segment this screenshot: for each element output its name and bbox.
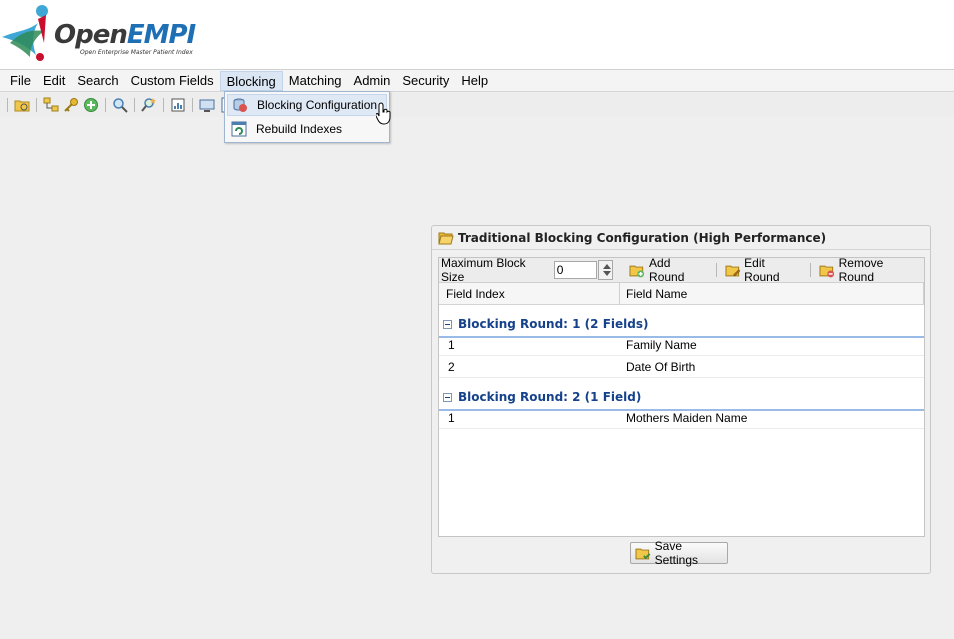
field-name-cell: Mothers Maiden Name bbox=[626, 411, 748, 425]
menu-help[interactable]: Help bbox=[455, 71, 494, 91]
table-row[interactable]: 1 Family Name bbox=[439, 334, 924, 356]
max-block-size-spinner[interactable] bbox=[597, 260, 614, 280]
monitor-icon[interactable] bbox=[199, 97, 215, 113]
folder-edit-icon bbox=[725, 265, 740, 277]
remove-round-button[interactable]: Remove Round bbox=[815, 256, 924, 284]
column-divider bbox=[923, 283, 924, 305]
folder-add-icon bbox=[629, 265, 645, 278]
menu-search[interactable]: Search bbox=[71, 71, 124, 91]
logo-figure-icon bbox=[2, 5, 48, 61]
grid-toolbar-separator bbox=[715, 263, 717, 277]
menu-item-label: Blocking Configuration bbox=[257, 98, 378, 112]
menu-edit[interactable]: Edit bbox=[37, 71, 71, 91]
logo-tagline: Open Enterprise Master Patient Index bbox=[80, 49, 193, 56]
edit-round-button[interactable]: Edit Round bbox=[721, 256, 807, 284]
menu-matching[interactable]: Matching bbox=[283, 71, 348, 91]
menu-file[interactable]: File bbox=[4, 71, 37, 91]
hand-cursor-icon bbox=[376, 102, 391, 125]
menu-admin[interactable]: Admin bbox=[348, 71, 397, 91]
menu-item-blocking-configuration[interactable]: Blocking Configuration bbox=[227, 94, 387, 116]
toolbar-separator bbox=[192, 98, 193, 112]
menu-custom-fields[interactable]: Custom Fields bbox=[125, 71, 220, 91]
report-icon[interactable] bbox=[170, 97, 186, 113]
toolbar-separator bbox=[7, 98, 8, 112]
save-settings-label: Save Settings bbox=[654, 539, 698, 567]
add-round-button[interactable]: Add Round bbox=[625, 256, 711, 284]
panel-title: Traditional Blocking Configuration (High… bbox=[458, 230, 827, 245]
logo-empi-text: EMPI bbox=[126, 20, 196, 50]
panel-header: Traditional Blocking Configuration (High… bbox=[432, 226, 930, 250]
group-title: Blocking Round: 1 (2 Fields) bbox=[458, 317, 649, 331]
hierarchy-icon[interactable] bbox=[43, 97, 59, 113]
group-title: Blocking Round: 2 (1 Field) bbox=[458, 390, 642, 404]
column-divider bbox=[619, 283, 620, 305]
field-index-cell: 1 bbox=[448, 411, 455, 425]
folder-save-icon bbox=[635, 548, 651, 560]
field-index-cell: 1 bbox=[448, 338, 455, 352]
logo-wordmark: OpenEMPI bbox=[54, 20, 196, 50]
toolbar-separator bbox=[36, 98, 37, 112]
field-name-cell: Family Name bbox=[626, 338, 697, 352]
menu-blocking[interactable]: Blocking bbox=[219, 70, 283, 91]
column-field-index[interactable]: Field Index bbox=[446, 287, 505, 301]
toolbar-separator bbox=[163, 98, 164, 112]
menubar: File Edit Search Custom Fields Blocking … bbox=[0, 70, 954, 92]
table-row[interactable]: 1 Mothers Maiden Name bbox=[439, 407, 924, 429]
logo-open-text: Open bbox=[54, 20, 128, 50]
column-field-name[interactable]: Field Name bbox=[626, 287, 687, 301]
menu-item-label: Rebuild Indexes bbox=[256, 122, 343, 136]
max-block-size-input[interactable]: 0 bbox=[553, 261, 597, 279]
menu-item-rebuild-indexes[interactable]: Rebuild Indexes bbox=[227, 118, 387, 140]
edit-round-label: Edit Round bbox=[744, 256, 780, 284]
grid-column-header: Field Index Field Name bbox=[439, 283, 924, 305]
collapse-icon[interactable] bbox=[443, 392, 452, 402]
app-header: OpenEMPI Open Enterprise Master Patient … bbox=[0, 0, 954, 70]
search-star-icon[interactable] bbox=[141, 97, 157, 113]
openempi-logo: OpenEMPI Open Enterprise Master Patient … bbox=[2, 3, 196, 63]
grid-toolbar-separator bbox=[810, 263, 812, 277]
add-round-label: Add Round bbox=[649, 256, 685, 284]
search-icon[interactable] bbox=[112, 97, 128, 113]
key-icon[interactable] bbox=[63, 97, 79, 113]
toolbar-separator bbox=[134, 98, 135, 112]
save-settings-button[interactable]: Save Settings bbox=[630, 539, 728, 567]
remove-round-label: Remove Round bbox=[838, 256, 884, 284]
refresh-table-icon bbox=[231, 121, 247, 137]
folder-icon[interactable] bbox=[14, 97, 30, 113]
blocking-rounds-grid: Maximum Block Size 0 Add Round Edit Roun… bbox=[438, 256, 925, 537]
grid-toolbar: Maximum Block Size 0 Add Round Edit Roun… bbox=[439, 256, 924, 284]
toolbar bbox=[0, 93, 954, 117]
blocking-config-panel: Traditional Blocking Configuration (High… bbox=[431, 225, 931, 574]
field-index-cell: 2 bbox=[448, 360, 455, 374]
max-block-size-label: Maximum Block Size bbox=[441, 256, 526, 284]
toolbar-separator bbox=[105, 98, 106, 112]
folder-open-icon bbox=[438, 232, 454, 244]
add-icon[interactable] bbox=[83, 97, 99, 113]
folder-remove-icon bbox=[819, 265, 835, 278]
blocking-dropdown-menu: Blocking Configuration Rebuild Indexes bbox=[224, 91, 390, 143]
menu-security[interactable]: Security bbox=[396, 71, 455, 91]
collapse-icon[interactable] bbox=[443, 319, 452, 329]
table-row[interactable]: 2 Date Of Birth bbox=[439, 356, 924, 378]
field-name-cell: Date Of Birth bbox=[626, 360, 696, 374]
database-icon bbox=[233, 98, 247, 112]
